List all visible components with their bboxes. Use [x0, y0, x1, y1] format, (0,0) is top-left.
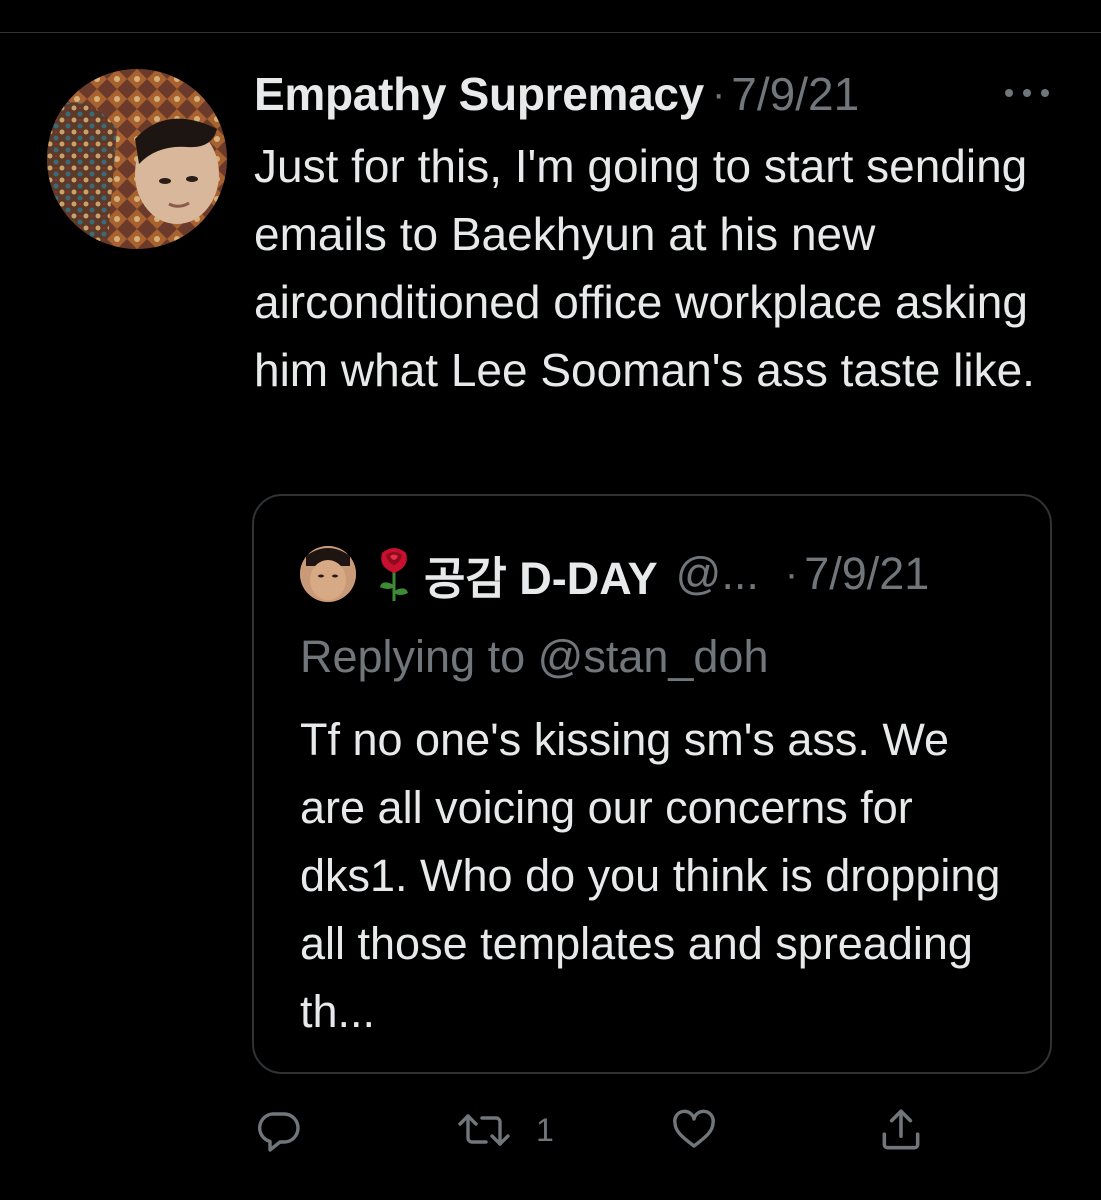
tweet-header: Empathy Supremacy · 7/9/21: [254, 64, 859, 124]
quoted-author-handle: @...: [675, 548, 759, 599]
retweet-button[interactable]: 1: [454, 1100, 554, 1160]
more-options-icon[interactable]: [1003, 88, 1051, 98]
reply-button[interactable]: [254, 1100, 302, 1160]
quoted-header-separator: ·: [784, 551, 799, 596]
quoted-avatar-image: [300, 546, 356, 602]
retweet-count: 1: [536, 1111, 554, 1148]
top-divider: [0, 32, 1101, 33]
tweet-text: Just for this, I'm going to start sendin…: [254, 140, 1035, 396]
retweet-icon: [458, 1114, 510, 1146]
replying-to-label: Replying to @stan_doh: [300, 631, 769, 682]
share-icon: [882, 1109, 920, 1150]
quoted-tweet-header: 공감 D-DAY @... · 7/9/21: [300, 546, 930, 604]
rose-icon: [380, 548, 408, 601]
quoted-tweet-card[interactable]: 공감 D-DAY @... · 7/9/21 Replying to @stan…: [252, 494, 1052, 1074]
quoted-avatar: [300, 546, 356, 602]
quoted-author-name: 공감 D-DAY: [424, 552, 658, 604]
tweet-date[interactable]: 7/9/21: [731, 67, 859, 121]
quoted-tweet-date: 7/9/21: [804, 548, 930, 599]
avatar-image: [47, 69, 227, 249]
quoted-tweet-text: Tf no one's kissing sm's ass. We are all…: [300, 714, 1001, 1037]
share-button[interactable]: [876, 1100, 926, 1160]
reply-icon: [258, 1112, 300, 1152]
header-separator: ·: [711, 71, 726, 116]
author-name[interactable]: Empathy Supremacy: [254, 67, 704, 121]
avatar[interactable]: [47, 69, 227, 249]
heart-icon: [673, 1109, 715, 1148]
action-bar: 1: [254, 1100, 954, 1160]
like-button[interactable]: [669, 1100, 719, 1160]
